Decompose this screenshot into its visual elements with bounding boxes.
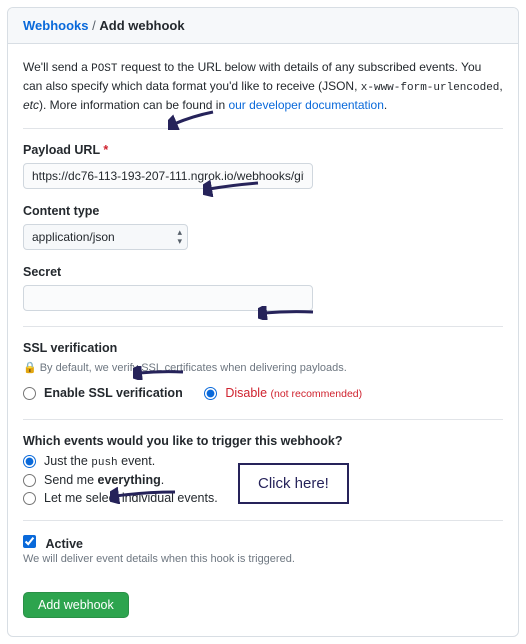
webhook-panel: Webhooks / Add webhook We'll send a POST…	[7, 7, 519, 637]
divider	[23, 326, 503, 327]
events-everything-post: .	[161, 473, 164, 487]
intro-end: .	[384, 98, 387, 112]
ssl-note-text: By default, we verify SSL certificates w…	[40, 362, 347, 374]
ssl-disable-note: (not recommended)	[271, 388, 363, 400]
callout-text: Click here!	[258, 475, 329, 492]
ssl-enable-text: Enable SSL verification	[44, 386, 183, 400]
events-everything-label: Send me everything.	[44, 473, 164, 487]
click-here-callout: Click here!	[238, 463, 349, 504]
active-group: Active We will deliver event details whe…	[23, 535, 503, 565]
intro-link[interactable]: our developer documentation	[228, 98, 383, 112]
payload-url-group: Payload URL *	[23, 143, 503, 189]
intro-etc: etc	[23, 98, 39, 112]
divider	[23, 520, 503, 521]
lock-icon: 🔒	[23, 361, 37, 374]
events-individual-label: Let me select individual events.	[44, 491, 218, 505]
intro-mid3: ). More information can be found in	[39, 98, 228, 112]
add-webhook-button[interactable]: Add webhook	[23, 592, 129, 618]
events-push-label: Just the push event.	[44, 454, 155, 469]
content-type-select[interactable]: application/json	[23, 224, 188, 250]
ssl-verification-label: SSL verification	[23, 341, 503, 355]
content-type-label: Content type	[23, 204, 503, 218]
breadcrumb-root-link[interactable]: Webhooks	[23, 18, 89, 33]
payload-url-label-text: Payload URL	[23, 143, 100, 157]
events-everything-pre: Send me	[44, 473, 98, 487]
events-push-radio[interactable]	[23, 455, 36, 468]
payload-url-input[interactable]	[23, 163, 313, 189]
divider	[23, 128, 503, 129]
content-type-group: Content type application/json ▴▾	[23, 204, 503, 250]
events-individual-radio[interactable]	[23, 492, 36, 505]
intro-encoded: x-www-form-urlencoded	[361, 82, 500, 94]
secret-label: Secret	[23, 265, 503, 279]
events-everything-strong: everything	[98, 473, 161, 487]
secret-input[interactable]	[23, 285, 313, 311]
divider	[23, 419, 503, 420]
ssl-disable-text: Disable	[225, 386, 267, 400]
active-label-text: Active	[45, 537, 83, 551]
panel-body: We'll send a POST request to the URL bel…	[8, 44, 518, 636]
required-marker: *	[103, 143, 108, 157]
events-push-pre: Just the	[44, 454, 91, 468]
active-label: Active	[45, 537, 83, 551]
intro-method: POST	[91, 63, 117, 75]
events-everything-radio[interactable]	[23, 474, 36, 487]
intro-text: We'll send a POST request to the URL bel…	[23, 59, 503, 114]
intro-prefix: We'll send a	[23, 60, 91, 74]
ssl-disable-radio[interactable]	[204, 387, 217, 400]
ssl-disable-label: Disable (not recommended)	[225, 386, 362, 400]
events-push-code: push	[91, 457, 117, 469]
active-note: We will deliver event details when this …	[23, 553, 503, 565]
secret-group: Secret	[23, 265, 503, 311]
breadcrumb-current: Add webhook	[99, 18, 184, 33]
events-label: Which events would you like to trigger t…	[23, 434, 503, 448]
ssl-enable-radio[interactable]	[23, 387, 36, 400]
ssl-note: 🔒By default, we verify SSL certificates …	[23, 361, 503, 374]
breadcrumb: Webhooks / Add webhook	[8, 8, 518, 44]
intro-mid2: ,	[499, 79, 502, 93]
events-push-post: event.	[118, 454, 156, 468]
payload-url-label: Payload URL *	[23, 143, 503, 157]
content-type-select-wrap: application/json ▴▾	[23, 224, 188, 250]
ssl-enable-label: Enable SSL verification	[44, 386, 183, 400]
ssl-verification-group: SSL verification 🔒By default, we verify …	[23, 341, 503, 404]
